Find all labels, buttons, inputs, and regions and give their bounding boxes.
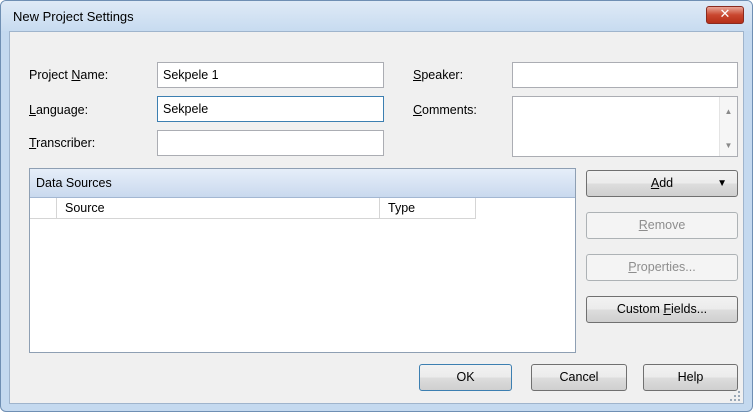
transcriber-label: Transcriber:: [29, 136, 96, 150]
close-button[interactable]: ✕: [706, 6, 744, 24]
dialog-client-area: Project Name: Sekpele 1 Language: Sekpel…: [9, 31, 744, 404]
data-sources-panel: Data Sources Source Type: [29, 168, 576, 353]
window-title: New Project Settings: [13, 9, 134, 24]
scroll-down-icon[interactable]: ▼: [720, 141, 737, 150]
remove-button[interactable]: Remove: [586, 212, 738, 239]
data-sources-header: Data Sources: [30, 169, 575, 198]
help-button[interactable]: Help: [643, 364, 738, 391]
cancel-button[interactable]: Cancel: [531, 364, 627, 391]
project-name-field[interactable]: Sekpele 1: [157, 62, 384, 88]
scroll-up-icon[interactable]: ▲: [720, 107, 737, 116]
row-selector-header[interactable]: [30, 198, 57, 218]
comments-label: Comments:: [413, 103, 477, 117]
custom-fields-button[interactable]: Custom Fields...: [586, 296, 738, 323]
language-field[interactable]: Sekpele: [157, 96, 384, 122]
data-sources-grid-header: Source Type: [30, 198, 476, 219]
dropdown-arrow-icon: ▼: [717, 178, 727, 189]
close-icon: ✕: [719, 7, 731, 22]
column-header-type[interactable]: Type: [380, 198, 476, 218]
transcriber-field[interactable]: [157, 130, 384, 156]
dialog-window: New Project Settings ✕ Project Name: Sek…: [0, 0, 753, 412]
properties-button[interactable]: Properties...: [586, 254, 738, 281]
title-bar[interactable]: New Project Settings ✕: [1, 1, 752, 31]
speaker-field[interactable]: [512, 62, 738, 88]
comments-field[interactable]: ▲ ▼: [512, 96, 738, 157]
language-label: Language:: [29, 103, 89, 117]
project-name-label: Project Name:: [29, 68, 109, 82]
column-header-source[interactable]: Source: [57, 198, 380, 218]
resize-grip-icon[interactable]: [730, 391, 740, 401]
ok-button[interactable]: OK: [419, 364, 512, 391]
speaker-label: Speaker:: [413, 68, 464, 82]
data-sources-title: Data Sources: [36, 176, 112, 190]
add-button[interactable]: Add ▼: [586, 170, 738, 197]
comments-scrollbar[interactable]: ▲ ▼: [719, 97, 737, 156]
